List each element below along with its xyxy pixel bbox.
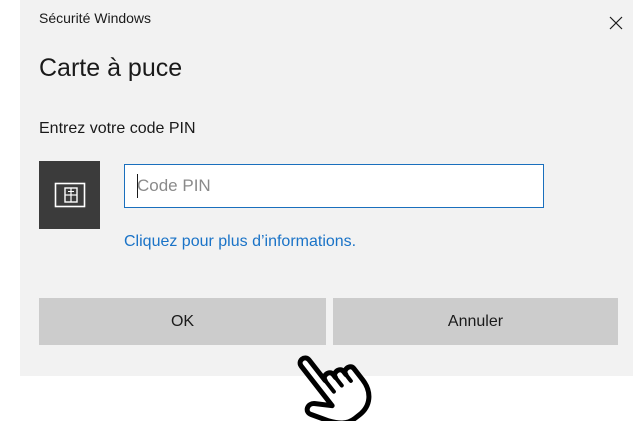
pin-input[interactable] <box>124 164 544 208</box>
windows-security-dialog: Sécurité Windows Carte à puce Entrez vot… <box>20 0 633 376</box>
title-bar: Sécurité Windows <box>20 0 633 32</box>
hand-pointer-icon <box>297 355 372 421</box>
dialog-heading: Carte à puce <box>39 54 183 82</box>
more-info-link[interactable]: Cliquez pour plus d’informations. <box>124 233 356 251</box>
window-title: Sécurité Windows <box>39 10 152 26</box>
close-button[interactable] <box>599 8 633 38</box>
pin-prompt: Entrez votre code PIN <box>39 120 196 137</box>
smartcard-tile <box>39 161 100 229</box>
text-caret <box>137 174 138 198</box>
close-icon <box>609 16 623 30</box>
smartcard-icon <box>54 182 85 208</box>
screen: Sécurité Windows Carte à puce Entrez vot… <box>0 0 633 421</box>
